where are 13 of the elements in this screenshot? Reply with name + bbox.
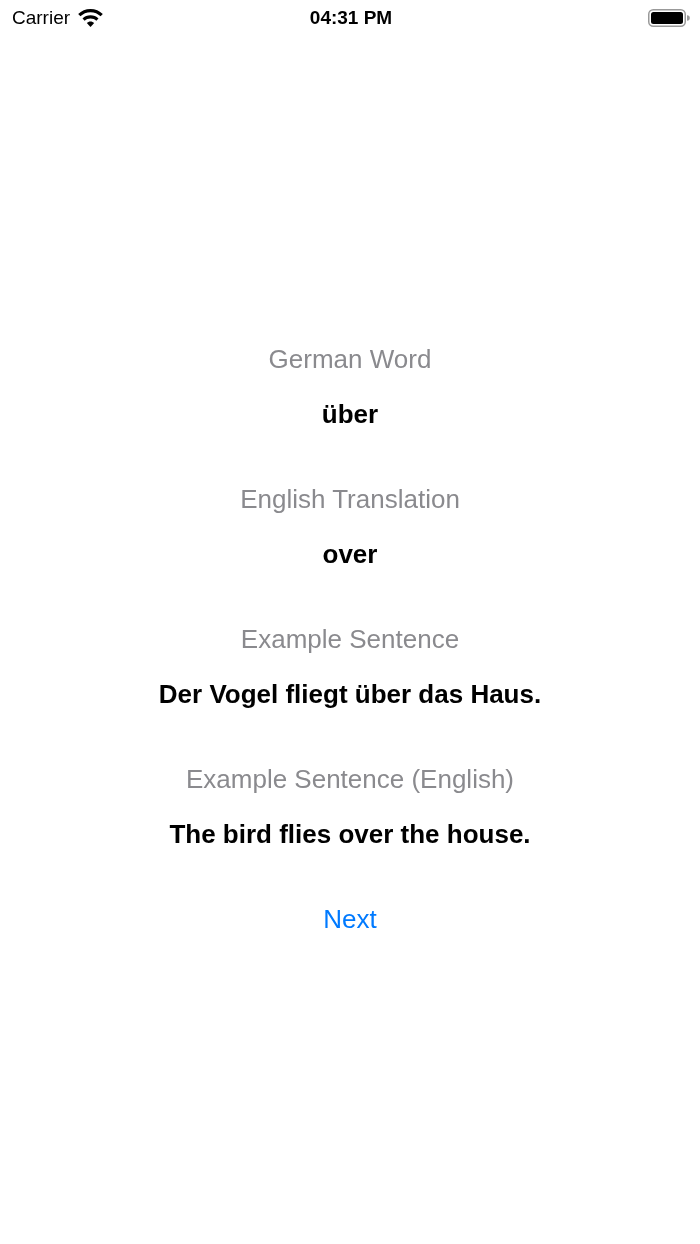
field-value: über: [321, 399, 379, 429]
carrier-name: Carrier: [12, 7, 71, 29]
field-label: German Word: [268, 344, 432, 374]
field-value: The bird flies over the house.: [169, 819, 531, 849]
field-label: English Translation: [240, 484, 460, 514]
battery-icon: [648, 9, 690, 27]
field-value: Der Vogel fliegt über das Haus.: [158, 679, 542, 709]
field-value: over: [322, 539, 378, 569]
wifi-icon: [78, 9, 104, 27]
field-label: Example Sentence (English): [185, 764, 515, 794]
clock-time: 04:31 PM: [309, 7, 393, 29]
next-button[interactable]: Next: [323, 904, 377, 934]
field-label: Example Sentence: [240, 624, 460, 654]
